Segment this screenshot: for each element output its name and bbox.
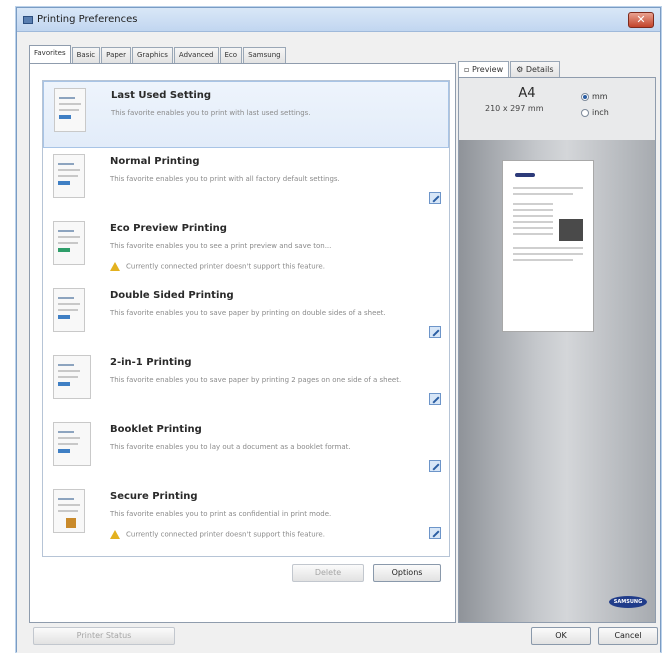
preview-text-line	[513, 187, 583, 189]
options-button[interactable]: Options	[373, 564, 441, 582]
favorite-title: Last Used Setting	[111, 90, 212, 101]
preview-text-line	[513, 221, 553, 223]
favorite-title: 2-in-1 Printing	[110, 357, 192, 368]
printer-icon	[23, 16, 33, 24]
paper-info: A4 210 x 297 mm mm inch	[459, 78, 655, 140]
edit-favorite-icon[interactable]	[429, 393, 441, 405]
warning-icon	[110, 530, 120, 539]
radio-selected-icon	[581, 92, 589, 101]
favorite-item-eco-preview[interactable]: Eco Preview Printing This favorite enabl…	[43, 215, 449, 282]
favorite-description: This favorite enables you to print as co…	[110, 510, 332, 518]
favorite-title: Eco Preview Printing	[110, 223, 227, 234]
favorite-item-double-sided[interactable]: Double Sided Printing This favorite enab…	[43, 282, 449, 349]
edit-favorite-icon[interactable]	[429, 527, 441, 539]
ok-button[interactable]: OK	[531, 627, 591, 645]
edit-favorite-icon[interactable]	[429, 192, 441, 204]
favorites-panel: Last Used Setting This favorite enables …	[29, 63, 456, 623]
document-thumbnail-icon	[54, 88, 86, 132]
favorite-item-last-used[interactable]: Last Used Setting This favorite enables …	[43, 81, 449, 148]
preview-text-line	[513, 203, 553, 205]
edit-favorite-icon[interactable]	[429, 460, 441, 472]
printing-preferences-window: Printing Preferences ✕ Favorites Basic P…	[16, 7, 661, 653]
favorite-item-booklet[interactable]: Booklet Printing This favorite enables y…	[43, 416, 449, 483]
favorite-title: Secure Printing	[110, 491, 198, 502]
tab-favorites[interactable]: Favorites	[29, 45, 71, 63]
favorite-description: This favorite enables you to print with …	[111, 109, 311, 117]
preview-tabs: ▫ Preview ⚙ Details	[458, 61, 561, 77]
tab-advanced[interactable]: Advanced	[173, 47, 219, 63]
tab-details[interactable]: ⚙ Details	[510, 61, 560, 77]
paper-dimensions: 210 x 297 mm	[485, 104, 544, 113]
preview-text-line	[513, 247, 583, 249]
tab-basic[interactable]: Basic	[71, 47, 101, 63]
favorite-title: Normal Printing	[110, 156, 200, 167]
preview-text-line	[513, 227, 553, 229]
preview-panel: A4 210 x 297 mm mm inch SAMSUNG	[458, 77, 656, 623]
warning-icon	[110, 262, 120, 271]
edit-favorite-icon[interactable]	[429, 326, 441, 338]
favorite-description: This favorite enables you to save paper …	[110, 376, 402, 384]
duplex-document-icon	[53, 288, 85, 332]
favorite-description: This favorite enables you to see a print…	[110, 242, 332, 250]
favorite-warning: Currently connected printer doesn't supp…	[110, 530, 325, 539]
page-preview	[502, 160, 594, 332]
window-title: Printing Preferences	[37, 14, 138, 25]
printer-status-button[interactable]: Printer Status	[33, 627, 175, 645]
radio-unselected-icon	[581, 108, 589, 117]
preview-tab-label: Preview	[471, 65, 504, 74]
favorite-description: This favorite enables you to print with …	[110, 175, 340, 183]
cancel-button[interactable]: Cancel	[598, 627, 658, 645]
favorite-item-2-in-1[interactable]: 2-in-1 Printing This favorite enables yo…	[43, 349, 449, 416]
preview-text-line	[513, 193, 573, 195]
tab-preview[interactable]: ▫ Preview	[458, 61, 510, 77]
favorite-description: This favorite enables you to save paper …	[110, 309, 386, 317]
preview-text-line	[513, 209, 553, 211]
unit-inch-radio[interactable]: inch	[581, 108, 609, 117]
details-gear-icon: ⚙	[516, 65, 526, 74]
main-tabs: Favorites Basic Paper Graphics Advanced …	[29, 45, 287, 63]
bottom-bar: Printer Status OK Cancel	[17, 623, 660, 653]
paper-size-name: A4	[518, 86, 536, 101]
preview-text-line	[513, 233, 553, 235]
unit-mm-label: mm	[592, 92, 608, 101]
samsung-logo: SAMSUNG	[609, 596, 647, 608]
favorites-list[interactable]: Last Used Setting This favorite enables …	[42, 80, 450, 557]
favorite-item-secure[interactable]: Secure Printing This favorite enables yo…	[43, 483, 449, 550]
delete-button[interactable]: Delete	[292, 564, 364, 582]
document-thumbnail-icon	[53, 154, 85, 198]
preview-logo	[515, 173, 535, 177]
unit-inch-label: inch	[592, 108, 609, 117]
preview-text-line	[513, 215, 553, 217]
lock-document-icon	[53, 489, 85, 533]
favorite-item-normal[interactable]: Normal Printing This favorite enables yo…	[43, 148, 449, 215]
warning-text: Currently connected printer doesn't supp…	[126, 262, 325, 271]
tab-paper[interactable]: Paper	[101, 47, 131, 63]
two-up-document-icon	[53, 355, 91, 399]
preview-image	[559, 219, 583, 241]
eco-document-icon	[53, 221, 85, 265]
preview-text-line	[513, 253, 583, 255]
preview-text-line	[513, 259, 573, 261]
warning-text: Currently connected printer doesn't supp…	[126, 530, 325, 539]
favorite-title: Booklet Printing	[110, 424, 202, 435]
tab-graphics[interactable]: Graphics	[132, 47, 173, 63]
favorite-description: This favorite enables you to lay out a d…	[110, 443, 351, 451]
preview-tab-icon: ▫	[464, 65, 472, 74]
details-tab-label: Details	[525, 65, 554, 74]
title-bar[interactable]: Printing Preferences ✕	[17, 8, 660, 32]
favorite-warning: Currently connected printer doesn't supp…	[110, 262, 325, 271]
tab-samsung[interactable]: Samsung	[243, 47, 286, 63]
favorite-title: Double Sided Printing	[110, 290, 234, 301]
tab-eco[interactable]: Eco	[219, 47, 243, 63]
unit-mm-radio[interactable]: mm	[581, 92, 608, 101]
booklet-document-icon	[53, 422, 91, 466]
close-button[interactable]: ✕	[628, 12, 654, 28]
